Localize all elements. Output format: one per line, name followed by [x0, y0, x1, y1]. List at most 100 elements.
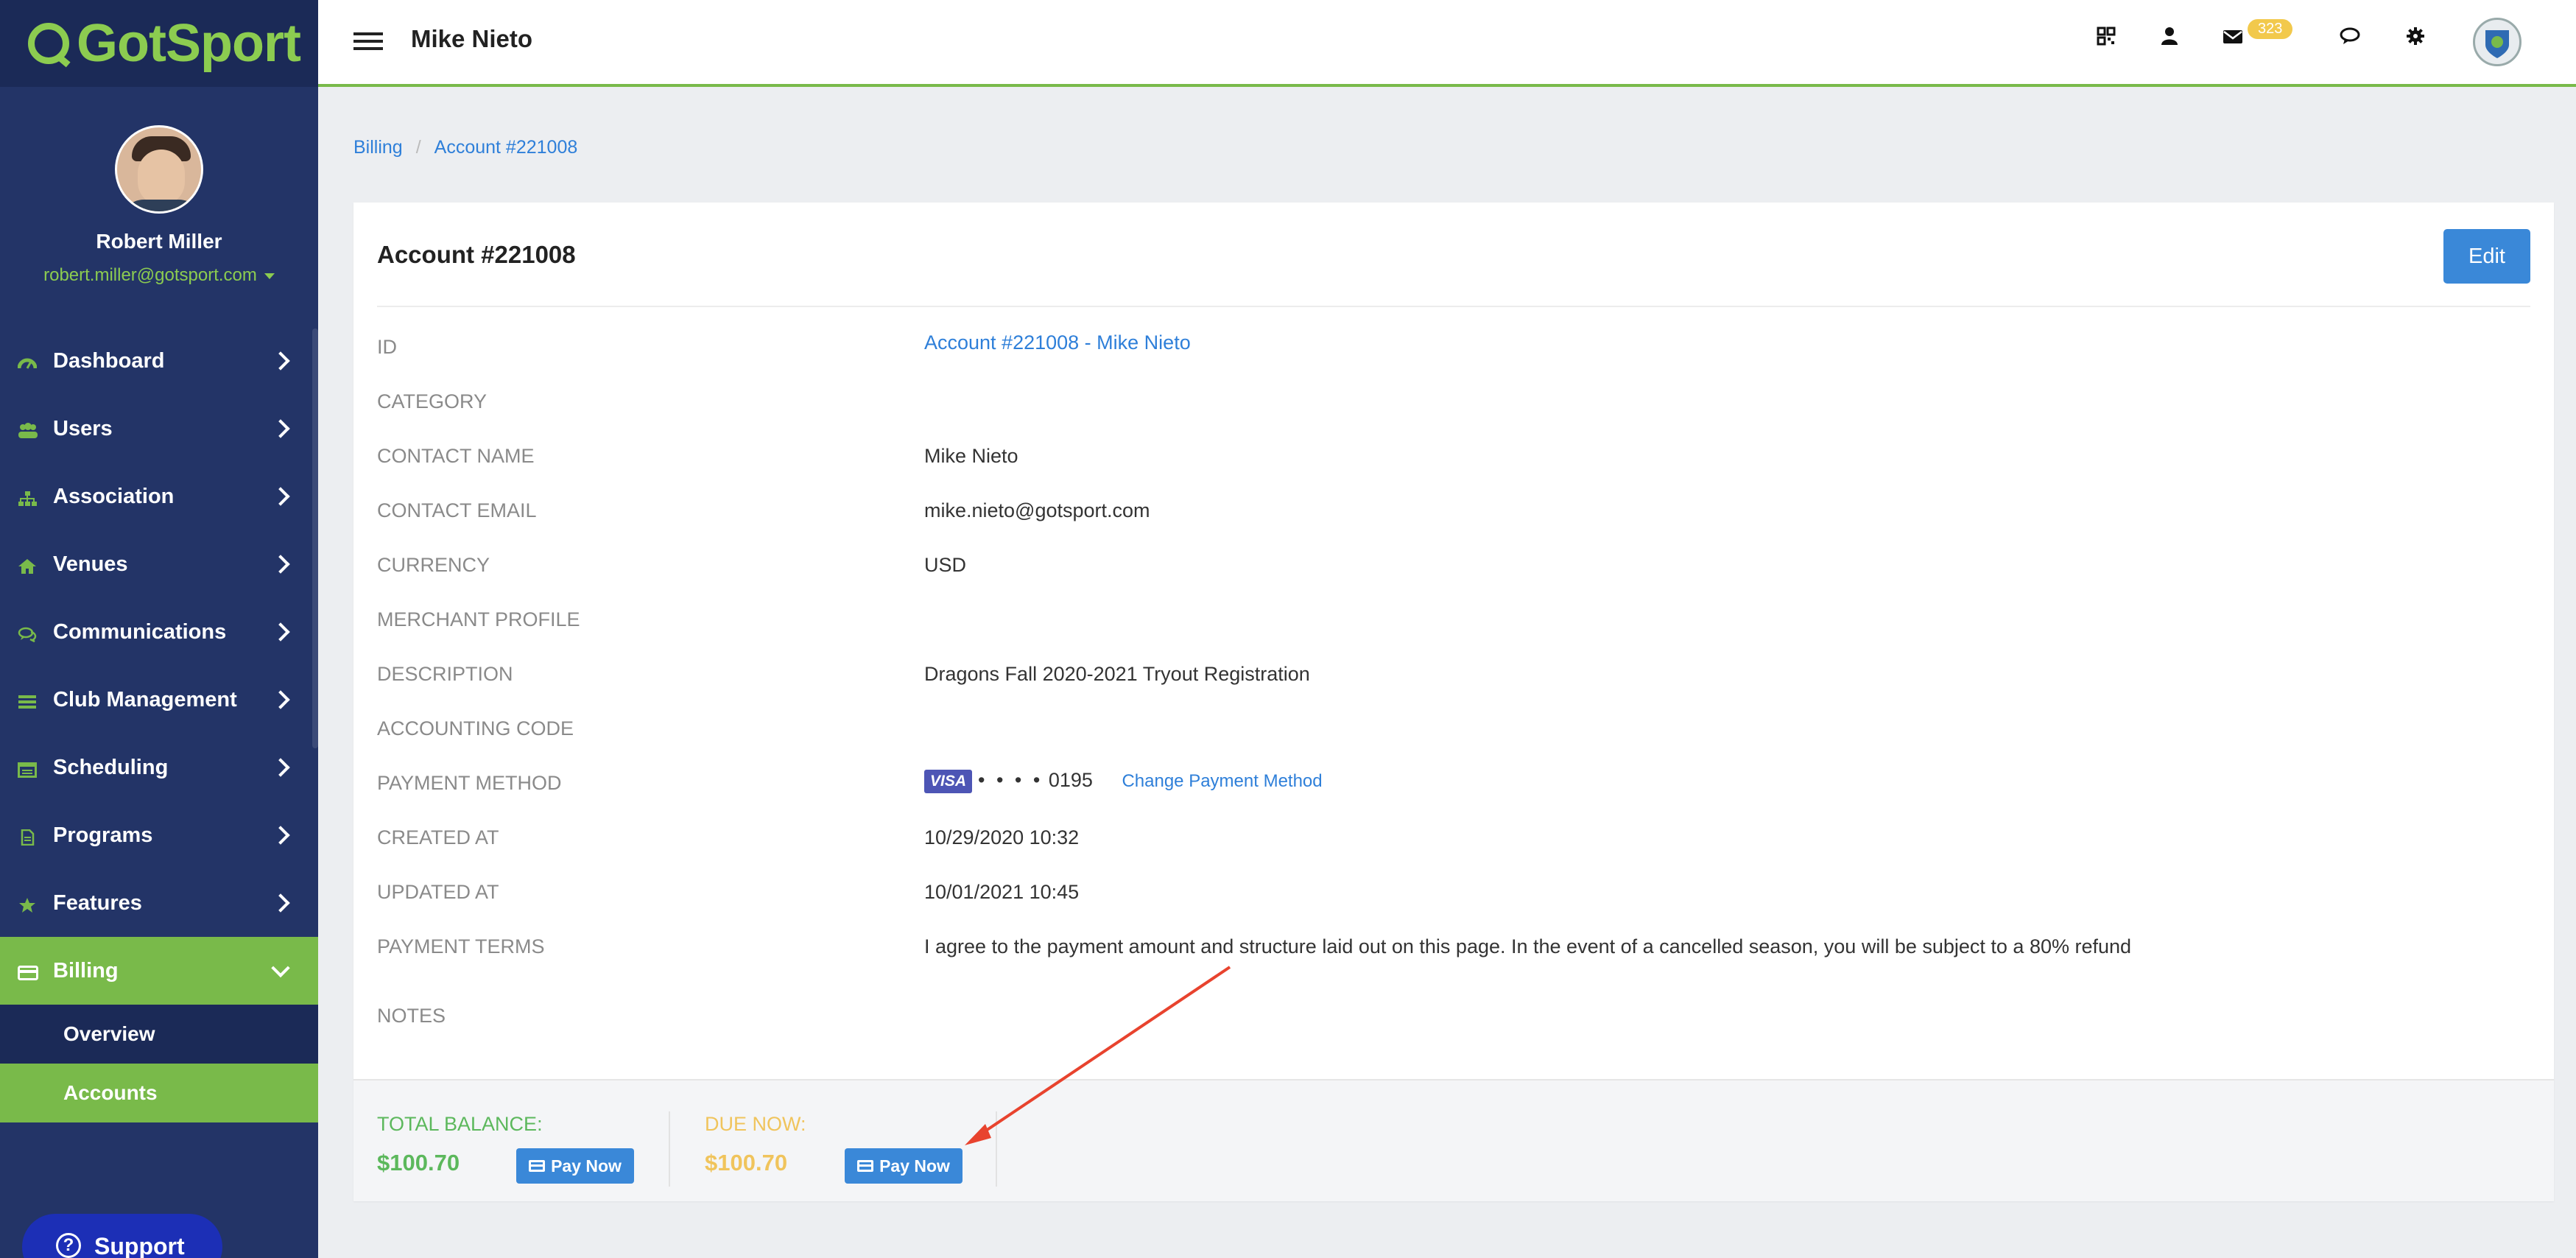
- due-now-amount: $100.70: [705, 1150, 788, 1176]
- sidebar-item-label: Dashboard: [53, 348, 165, 373]
- edit-button[interactable]: Edit: [2443, 229, 2530, 284]
- payment-method-value: VISA • • • • 0195 Change Payment Method: [924, 769, 1323, 793]
- chevron-right-icon: [271, 893, 290, 913]
- avatar[interactable]: [115, 125, 203, 214]
- sidebar-scrollbar[interactable]: [312, 328, 318, 748]
- detail-row-notes: NOTES: [377, 1005, 2527, 1034]
- detail-label: NOTES: [377, 1005, 446, 1027]
- account-card: Account #221008 Edit ID Account #221008 …: [353, 203, 2554, 1201]
- gear-icon[interactable]: [2404, 27, 2427, 50]
- sidebar-item-club-management[interactable]: Club Management: [0, 666, 318, 734]
- detail-row-payment-method: PAYMENT METHOD VISA • • • • 0195 Change P…: [377, 769, 2527, 801]
- home-icon: [18, 556, 38, 574]
- detail-label: ID: [377, 336, 397, 358]
- credit-card-icon: [529, 1160, 546, 1172]
- user-icon[interactable]: [2158, 27, 2181, 50]
- detail-label: MERCHANT PROFILE: [377, 608, 580, 630]
- detail-value: Dragons Fall 2020-2021 Tryout Registrati…: [924, 663, 1310, 685]
- chevron-right-icon: [271, 555, 290, 574]
- sidebar-item-label: Club Management: [53, 687, 237, 711]
- total-balance-amount: $100.70: [377, 1150, 460, 1176]
- sidebar-item-venues[interactable]: Venues: [0, 530, 318, 598]
- detail-label: DESCRIPTION: [377, 663, 513, 685]
- detail-row-contact-email: CONTACT EMAIL mike.nieto@gotsport.com: [377, 499, 2527, 529]
- detail-row-updated-at: UPDATED AT 10/01/2021 10:45: [377, 881, 2527, 910]
- chevron-right-icon: [271, 758, 290, 777]
- sidebar-item-programs[interactable]: Programs: [0, 801, 318, 869]
- pay-now-total-button[interactable]: Pay Now: [516, 1148, 634, 1184]
- detail-row-contact-name: CONTACT NAME Mike Nieto: [377, 445, 2527, 474]
- sidebar-item-features[interactable]: Features: [0, 869, 318, 937]
- calendar-icon: [18, 759, 38, 778]
- detail-label: UPDATED AT: [377, 881, 499, 903]
- mail-count-badge: 323: [2248, 19, 2293, 39]
- balance-footer: TOTAL BALANCE: $100.70 Pay Now DUE NOW: …: [353, 1079, 2554, 1201]
- detail-label: ACCOUNTING CODE: [377, 717, 574, 739]
- detail-value: I agree to the payment amount and struct…: [924, 935, 2132, 957]
- support-button[interactable]: ? Support: [22, 1214, 222, 1258]
- caret-down-icon: [264, 273, 275, 279]
- sidebar-item-label: Venues: [53, 552, 128, 576]
- breadcrumb-billing[interactable]: Billing: [353, 137, 403, 158]
- detail-label: CONTACT EMAIL: [377, 499, 537, 521]
- sidebar-subitem-label: Overview: [63, 1022, 155, 1045]
- pay-now-due-button[interactable]: Pay Now: [845, 1148, 963, 1184]
- change-payment-method-link[interactable]: Change Payment Method: [1122, 771, 1322, 791]
- chevron-right-icon: [271, 419, 290, 438]
- document-icon: [18, 827, 38, 846]
- profile-email: robert.miller@gotsport.com: [43, 265, 257, 285]
- account-title: Account #221008: [377, 241, 576, 268]
- sidebar-subitem-overview[interactable]: Overview: [0, 1005, 318, 1064]
- chat-icon: [18, 624, 38, 643]
- gotsport-logo-icon: [28, 23, 69, 64]
- sidebar-subitem-accounts[interactable]: Accounts: [0, 1064, 318, 1122]
- detail-label: CURRENCY: [377, 554, 490, 576]
- divider: [377, 306, 2530, 307]
- card-last4: 0195: [1048, 769, 1093, 791]
- sidebar-subitem-label: Accounts: [63, 1081, 158, 1104]
- hamburger-menu-icon[interactable]: [353, 32, 383, 50]
- organization-logo[interactable]: [2473, 18, 2522, 66]
- sitemap-icon: [18, 488, 38, 506]
- account-id-link[interactable]: Account #221008 - Mike Nieto: [924, 331, 1191, 354]
- chevron-right-icon: [271, 826, 290, 845]
- sidebar-item-label: Communications: [53, 619, 227, 644]
- profile-email-dropdown[interactable]: robert.miller@gotsport.com: [0, 265, 318, 286]
- sidebar-item-communications[interactable]: Communications: [0, 598, 318, 666]
- pay-now-label: Pay Now: [551, 1156, 622, 1176]
- sidebar-item-label: Billing: [53, 958, 119, 983]
- breadcrumb-current[interactable]: Account #221008: [434, 137, 578, 158]
- due-now-label: DUE NOW:: [705, 1113, 806, 1135]
- detail-row-currency: CURRENCY USD: [377, 554, 2527, 583]
- page-title: Mike Nieto: [411, 25, 533, 52]
- brand-logo[interactable]: GotSport: [0, 0, 318, 87]
- qr-code-icon[interactable]: [2094, 27, 2118, 50]
- sidebar-item-users[interactable]: Users: [0, 395, 318, 463]
- detail-label: CREATED AT: [377, 826, 499, 848]
- sidebar-item-association[interactable]: Association: [0, 463, 318, 530]
- chevron-right-icon: [271, 690, 290, 709]
- list-icon: [18, 692, 38, 709]
- user-profile: Robert Miller robert.miller@gotsport.com: [0, 87, 318, 286]
- profile-name: Robert Miller: [96, 230, 222, 253]
- brand-name: GotSport: [77, 14, 301, 73]
- chat-icon[interactable]: [2339, 27, 2362, 50]
- detail-label: CATEGORY: [377, 390, 488, 412]
- chevron-right-icon: [271, 351, 290, 370]
- sidebar-item-dashboard[interactable]: Dashboard: [0, 327, 318, 395]
- detail-value: USD: [924, 554, 967, 576]
- sidebar-item-label: Programs: [53, 823, 153, 847]
- detail-value: Mike Nieto: [924, 445, 1018, 467]
- top-bar: Mike Nieto 323: [318, 0, 2576, 87]
- mail-icon[interactable]: [2221, 27, 2245, 50]
- card-mask: • • • •: [978, 769, 1044, 791]
- visa-card-icon: VISA: [924, 769, 973, 793]
- detail-value: 10/01/2021 10:45: [924, 881, 1080, 903]
- detail-row-id: ID Account #221008 - Mike Nieto: [377, 331, 2527, 365]
- sidebar-item-label: Users: [53, 416, 113, 440]
- divider: [996, 1111, 997, 1187]
- chevron-right-icon: [271, 487, 290, 506]
- sidebar-item-billing[interactable]: Billing: [0, 937, 318, 1005]
- sidebar-item-scheduling[interactable]: Scheduling: [0, 734, 318, 801]
- sidebar: GotSport Robert Miller robert.miller@got…: [0, 0, 318, 1258]
